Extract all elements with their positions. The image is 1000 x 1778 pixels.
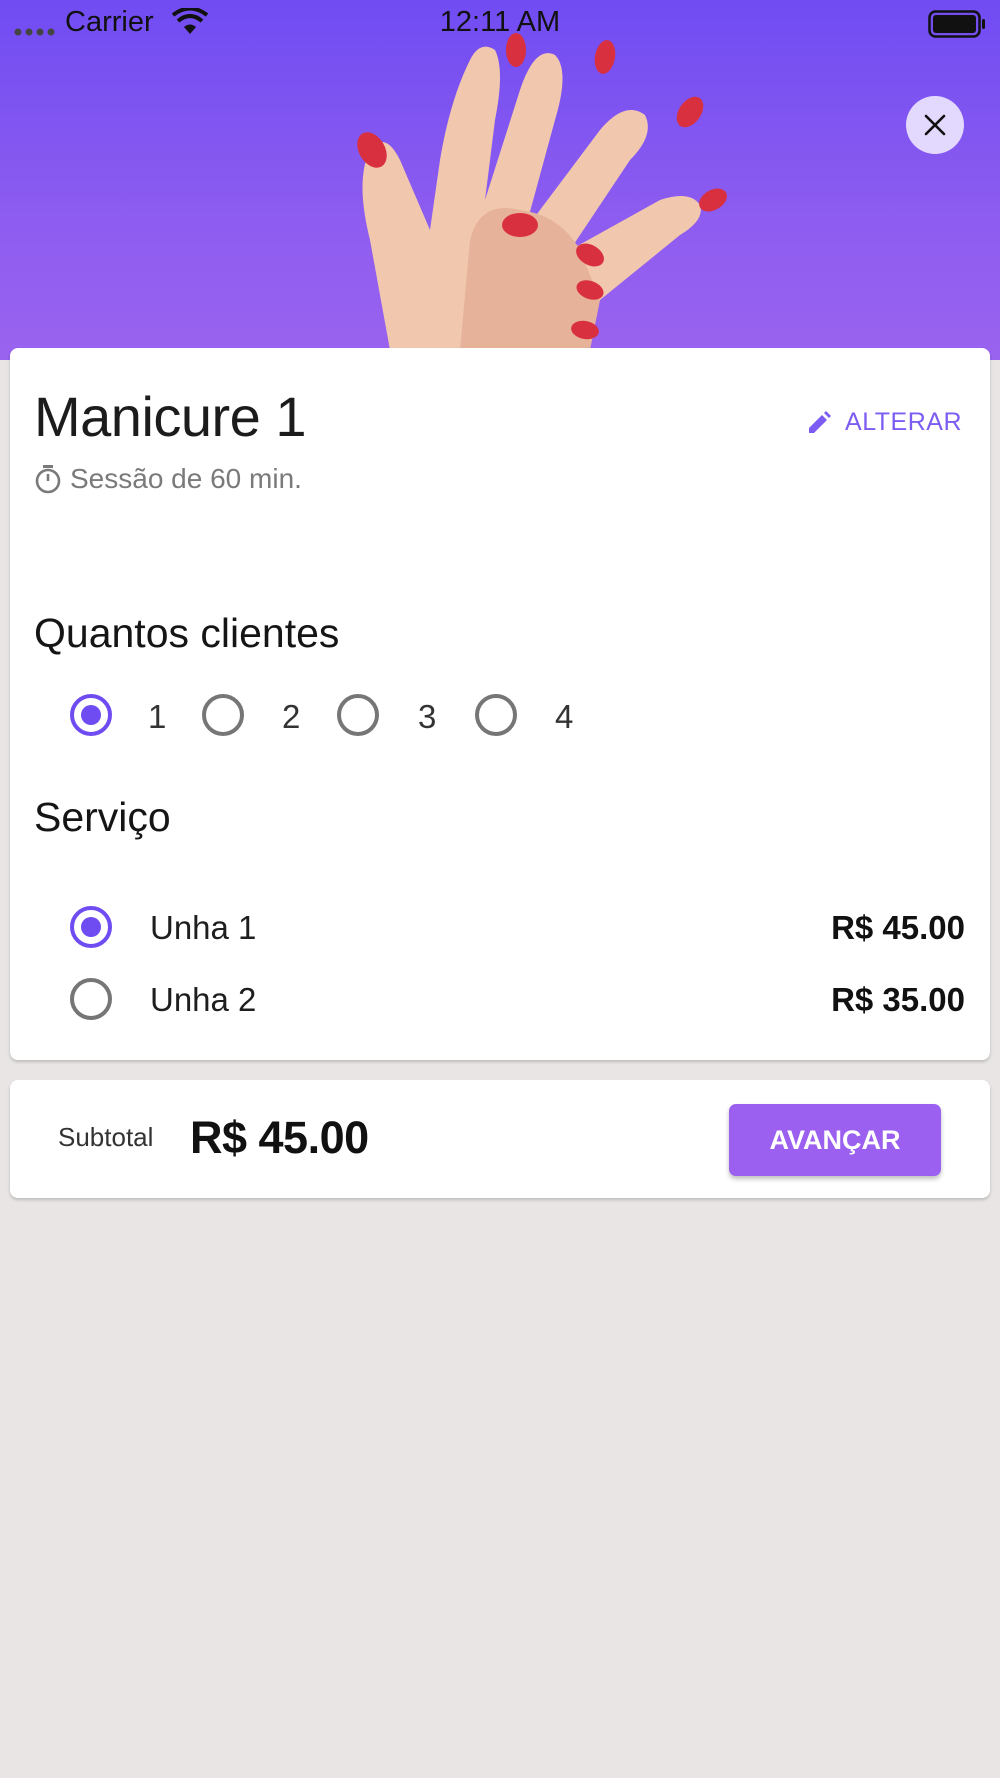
- service-card: Manicure 1 Sessão de 60 min. ALTERAR Qua…: [10, 348, 990, 1060]
- subtotal-label: Subtotal: [58, 1122, 154, 1152]
- hands-photo: [357, 33, 727, 351]
- service-title: Manicure 1: [34, 385, 307, 448]
- status-time: 12:11 AM: [439, 6, 561, 38]
- service-name: Unha 2: [150, 981, 257, 1018]
- client-option-label: 4: [555, 698, 574, 735]
- pencil-icon: [809, 410, 832, 433]
- client-radio-3[interactable]: [337, 694, 379, 736]
- close-button[interactable]: [906, 96, 964, 154]
- service-radio-1[interactable]: [70, 906, 112, 948]
- session-duration: Sessão de 60 min.: [34, 463, 302, 495]
- battery-icon: [928, 10, 985, 38]
- service-price: R$ 45.00: [831, 909, 965, 946]
- hero-banner: Carrier 12:11 AM: [0, 0, 1000, 360]
- client-radio-2[interactable]: [202, 694, 244, 736]
- close-icon: [924, 114, 946, 136]
- status-bar: Carrier 12:11 AM: [0, 0, 1000, 48]
- subtotal-value: R$ 45.00: [190, 1112, 369, 1163]
- session-text: Sessão de 60 min.: [70, 463, 302, 494]
- clients-heading: Quantos clientes: [34, 610, 340, 656]
- service-heading: Serviço: [34, 794, 171, 840]
- service-radio-2[interactable]: [70, 978, 112, 1020]
- client-option-label: 2: [282, 698, 301, 735]
- service-name: Unha 1: [150, 909, 257, 946]
- client-radio-1[interactable]: [70, 694, 112, 736]
- advance-button[interactable]: AVANÇAR: [729, 1104, 941, 1176]
- service-price: R$ 35.00: [831, 981, 965, 1018]
- alter-button[interactable]: ALTERAR: [807, 408, 962, 437]
- timer-icon: [35, 465, 61, 494]
- client-radio-4[interactable]: [475, 694, 517, 736]
- client-option-label: 3: [418, 698, 437, 735]
- client-option-label: 1: [148, 698, 167, 735]
- alter-label: ALTERAR: [845, 408, 962, 436]
- footer-bar: Subtotal R$ 45.00 AVANÇAR: [10, 1080, 990, 1198]
